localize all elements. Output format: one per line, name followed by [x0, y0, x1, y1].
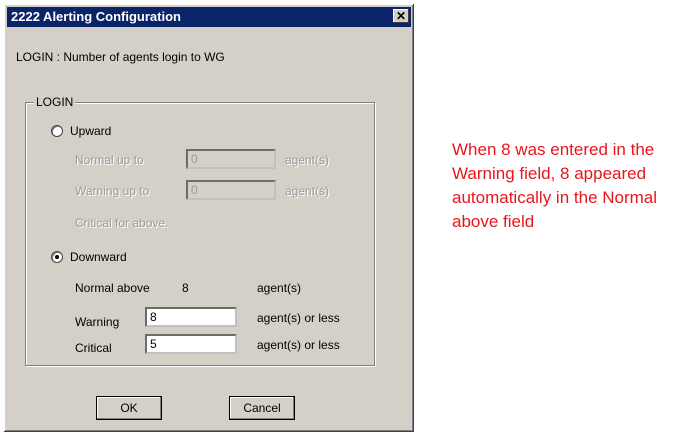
upward-label: Upward	[70, 124, 112, 138]
close-button[interactable]: ✕	[393, 9, 409, 23]
normal-above-unit: agent(s)	[257, 281, 302, 295]
close-icon: ✕	[395, 9, 407, 23]
critical-field[interactable]	[145, 334, 237, 354]
warning-label: Warning	[75, 315, 120, 329]
warning-field[interactable]	[145, 307, 237, 327]
title-bar: 2222 Alerting Configuration ✕	[7, 7, 411, 27]
warning-unit: agent(s) or less	[257, 311, 340, 325]
warning-up-to-label: Warning up to	[75, 184, 150, 198]
critical-unit: agent(s) or less	[257, 338, 340, 352]
warning-up-to-unit: agent(s)	[285, 184, 330, 198]
radio-selected-dot	[55, 255, 59, 259]
window-title: 2222 Alerting Configuration	[11, 9, 181, 24]
normal-up-to-field[interactable]	[186, 149, 276, 169]
ok-button[interactable]: OK	[96, 396, 162, 420]
downward-radio[interactable]	[51, 251, 63, 263]
cancel-button[interactable]: Cancel	[229, 396, 295, 420]
normal-up-to-unit: agent(s)	[285, 153, 330, 167]
warning-up-to-field[interactable]	[186, 180, 276, 200]
normal-above-label: Normal above	[75, 281, 150, 295]
normal-up-to-label: Normal up to	[75, 153, 144, 167]
annotation-note: When 8 was entered in the Warning field,…	[452, 140, 658, 231]
groupbox-legend: LOGIN	[34, 95, 76, 109]
downward-label: Downward	[70, 250, 127, 264]
description-text: LOGIN : Number of agents login to WG	[16, 50, 225, 64]
critical-label: Critical	[75, 341, 112, 355]
upward-radio[interactable]	[51, 125, 63, 137]
critical-for-above-text: Critical for above.	[75, 216, 169, 230]
normal-above-value: 8	[182, 281, 189, 295]
